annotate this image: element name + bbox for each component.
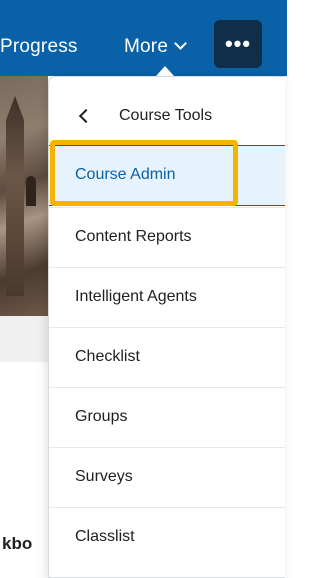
menu-item-label: Course Admin bbox=[75, 166, 176, 183]
menu-item-label: Groups bbox=[75, 408, 128, 425]
menu-item-groups[interactable]: Groups bbox=[49, 387, 285, 447]
more-horizontal-icon: ••• bbox=[224, 31, 252, 56]
banner-footer bbox=[0, 316, 48, 362]
window-shape bbox=[26, 176, 36, 206]
menu-item-surveys[interactable]: Surveys bbox=[49, 447, 285, 507]
menu-item-intelligent-agents[interactable]: Intelligent Agents bbox=[49, 267, 285, 327]
nav-item-more[interactable]: More bbox=[124, 36, 187, 58]
menu-title: Course Tools bbox=[119, 107, 213, 124]
course-banner-image bbox=[0, 76, 48, 316]
active-indicator-notch bbox=[156, 66, 174, 76]
menu-item-label: Classlist bbox=[75, 528, 135, 545]
menu-item-course-admin[interactable]: Course Admin bbox=[49, 145, 285, 206]
course-tools-menu: Course Tools Course Admin Content Report… bbox=[48, 76, 285, 578]
menu-item-checklist[interactable]: Checklist bbox=[49, 327, 285, 387]
background-partial-text: kbo bbox=[2, 534, 33, 553]
menu-item-label: Surveys bbox=[75, 468, 133, 485]
chevron-down-icon bbox=[174, 37, 187, 50]
nav-item-more-label: More bbox=[124, 36, 169, 57]
spire-shape bbox=[6, 96, 24, 296]
menu-item-label: Intelligent Agents bbox=[75, 288, 197, 305]
menu-item-label: Content Reports bbox=[75, 228, 192, 245]
menu-item-classlist[interactable]: Classlist bbox=[49, 507, 285, 567]
more-options-button[interactable]: ••• bbox=[214, 20, 262, 68]
chevron-left-icon[interactable] bbox=[78, 108, 94, 124]
top-navbar: Progress More ••• bbox=[0, 0, 287, 76]
menu-header[interactable]: Course Tools bbox=[49, 77, 285, 145]
menu-item-content-reports[interactable]: Content Reports bbox=[49, 207, 285, 267]
nav-item-progress[interactable]: Progress bbox=[0, 36, 78, 58]
menu-item-label: Checklist bbox=[75, 348, 140, 365]
